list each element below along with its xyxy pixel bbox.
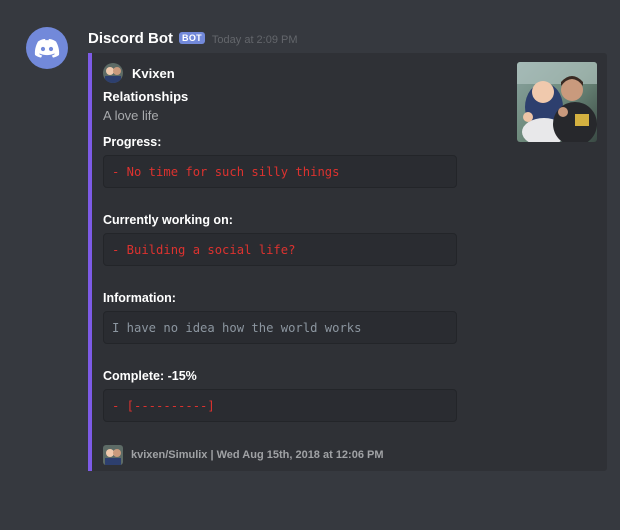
field-value-progress: - No time for such silly things <box>103 155 457 188</box>
field-name-progress: Progress: <box>103 135 162 149</box>
embed: Kvixen Relationships A love life Progres… <box>88 53 607 471</box>
author-avatar <box>103 63 123 83</box>
field-value-working-on: - Building a social life? <box>103 233 457 266</box>
field-value-complete: - [----------] <box>103 389 457 422</box>
field-name-working-on: Currently working on: <box>103 213 233 227</box>
embed-title: Relationships <box>103 89 189 104</box>
bot-tag: BOT <box>179 32 205 44</box>
author-name: Kvixen <box>132 65 175 81</box>
thumbnail-photo <box>517 62 597 142</box>
field-name-information: Information: <box>103 291 176 305</box>
username[interactable]: Discord Bot <box>88 30 173 47</box>
footer-text: kvixen/Simulix | Wed Aug 15th, 2018 at 1… <box>131 449 384 461</box>
embed-description: A love life <box>103 108 159 123</box>
embed-footer: kvixen/Simulix | Wed Aug 15th, 2018 at 1… <box>103 445 384 465</box>
discord-logo-icon <box>34 39 60 58</box>
field-name-complete: Complete: -15% <box>103 369 197 383</box>
field-value-information: I have no idea how the world works <box>103 311 457 344</box>
embed-thumbnail[interactable] <box>517 62 597 142</box>
message-header: Discord Bot BOT Today at 2:09 PM <box>88 30 298 47</box>
bot-avatar[interactable] <box>26 27 68 69</box>
embed-author[interactable]: Kvixen <box>103 63 175 83</box>
message-timestamp: Today at 2:09 PM <box>211 34 298 46</box>
footer-icon <box>103 445 123 465</box>
